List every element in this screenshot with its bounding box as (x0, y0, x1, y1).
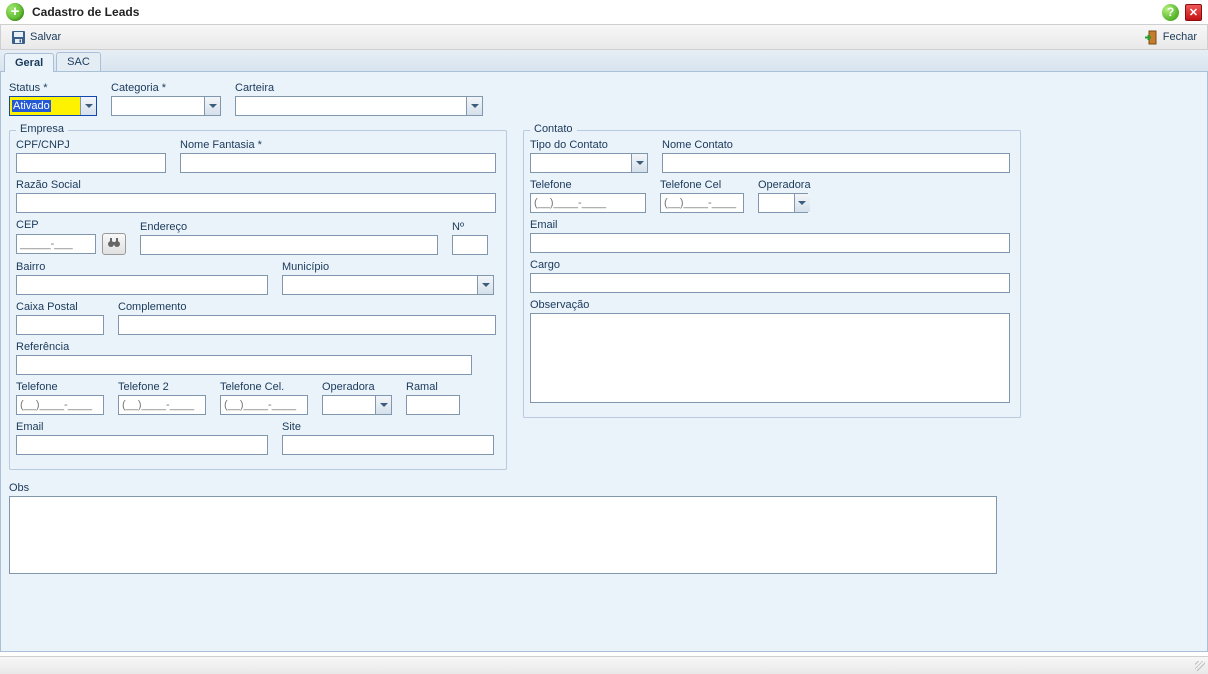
categoria-label: Categoria * (111, 82, 221, 94)
tab-sac[interactable]: SAC (56, 52, 101, 71)
referencia-input[interactable] (16, 355, 472, 375)
telefone-input[interactable] (16, 395, 104, 415)
referencia-label: Referência (16, 341, 500, 353)
contato-observacao-label: Observação (530, 299, 1014, 311)
chevron-down-icon[interactable] (375, 396, 391, 414)
telefone-cel-label: Telefone Cel. (220, 381, 308, 393)
contato-telefone-cel-label: Telefone Cel (660, 179, 744, 191)
nome-fantasia-input[interactable] (180, 153, 496, 173)
contato-observacao-textarea[interactable] (530, 313, 1010, 403)
complemento-input[interactable] (118, 315, 496, 335)
binoculars-icon (107, 237, 121, 252)
obs-label: Obs (9, 482, 1199, 494)
contato-cargo-input[interactable] (530, 273, 1010, 293)
save-button-label: Salvar (30, 31, 61, 43)
contato-fieldset: Contato Tipo do Contato Nome Contato (523, 130, 1021, 418)
close-button-label: Fechar (1163, 31, 1197, 43)
municipio-label: Município (282, 261, 494, 273)
window-close-icon[interactable]: ✕ (1185, 4, 1202, 21)
telefone2-label: Telefone 2 (118, 381, 206, 393)
numero-label: Nº (452, 221, 488, 233)
ramal-input[interactable] (406, 395, 460, 415)
chevron-down-icon[interactable] (466, 97, 482, 115)
municipio-input[interactable] (282, 275, 494, 295)
exit-door-icon (1144, 30, 1159, 45)
chevron-down-icon[interactable] (794, 194, 810, 212)
operadora-combo[interactable] (322, 395, 392, 415)
tipo-contato-combo[interactable] (530, 153, 648, 173)
contato-email-label: Email (530, 219, 1014, 231)
endereco-label: Endereço (140, 221, 438, 233)
nome-contato-input[interactable] (662, 153, 1010, 173)
complemento-label: Complemento (118, 301, 496, 313)
status-value: Ativado (12, 100, 51, 112)
email-input[interactable] (16, 435, 268, 455)
caixa-postal-label: Caixa Postal (16, 301, 104, 313)
cpf-cnpj-input[interactable] (16, 153, 166, 173)
bairro-input[interactable] (16, 275, 268, 295)
obs-textarea[interactable] (9, 496, 997, 574)
contato-operadora-label: Operadora (758, 179, 811, 191)
floppy-disk-icon (11, 30, 26, 45)
site-label: Site (282, 421, 494, 433)
operadora-label: Operadora (322, 381, 392, 393)
contato-legend: Contato (530, 123, 577, 135)
carteira-label: Carteira (235, 82, 483, 94)
cep-lookup-button[interactable] (102, 233, 126, 255)
tab-geral[interactable]: Geral (4, 53, 54, 72)
tipo-contato-label: Tipo do Contato (530, 139, 648, 151)
categoria-combo[interactable] (111, 96, 221, 116)
telefone-label: Telefone (16, 381, 104, 393)
chevron-down-icon[interactable] (477, 276, 493, 294)
window-title: Cadastro de Leads (32, 5, 139, 19)
numero-input[interactable] (452, 235, 488, 255)
contato-operadora-combo[interactable] (758, 193, 811, 213)
tab-strip: Geral SAC (0, 50, 1208, 72)
ramal-label: Ramal (406, 381, 460, 393)
cep-label: CEP (16, 219, 126, 231)
municipio-combo[interactable] (282, 275, 494, 295)
caixa-postal-input[interactable] (16, 315, 104, 335)
resize-grip-icon[interactable] (1192, 658, 1206, 672)
title-bar: + Cadastro de Leads ? ✕ (0, 0, 1208, 24)
telefone-cel-input[interactable] (220, 395, 308, 415)
status-bar (0, 656, 1208, 674)
nome-fantasia-label: Nome Fantasia * (180, 139, 500, 151)
carteira-input[interactable] (235, 96, 483, 116)
contato-telefone-cel-input[interactable] (660, 193, 744, 213)
chevron-down-icon[interactable] (631, 154, 647, 172)
empresa-fieldset: Empresa CPF/CNPJ Nome Fantasia * Razão S… (9, 130, 507, 470)
status-label: Status * (9, 82, 97, 94)
status-combo[interactable]: Ativado (9, 96, 97, 116)
chevron-down-icon[interactable] (204, 97, 220, 115)
nome-contato-label: Nome Contato (662, 139, 1010, 151)
contato-cargo-label: Cargo (530, 259, 1014, 271)
plus-circle-icon: + (6, 3, 24, 21)
contato-telefone-label: Telefone (530, 179, 646, 191)
telefone2-input[interactable] (118, 395, 206, 415)
close-button[interactable]: Fechar (1138, 28, 1203, 47)
site-input[interactable] (282, 435, 494, 455)
razao-social-input[interactable] (16, 193, 496, 213)
help-icon[interactable]: ? (1162, 4, 1179, 21)
razao-social-label: Razão Social (16, 179, 500, 191)
save-button[interactable]: Salvar (5, 28, 67, 47)
carteira-combo[interactable] (235, 96, 483, 116)
cpf-cnpj-label: CPF/CNPJ (16, 139, 166, 151)
email-label: Email (16, 421, 268, 433)
contato-telefone-input[interactable] (530, 193, 646, 213)
bairro-label: Bairro (16, 261, 268, 273)
toolbar: Salvar Fechar (0, 24, 1208, 50)
form-area: Status * Ativado Categoria * Carteira (0, 72, 1208, 652)
empresa-legend: Empresa (16, 123, 68, 135)
contato-email-input[interactable] (530, 233, 1010, 253)
endereco-input[interactable] (140, 235, 438, 255)
chevron-down-icon[interactable] (80, 97, 96, 115)
cep-input[interactable] (16, 234, 96, 254)
